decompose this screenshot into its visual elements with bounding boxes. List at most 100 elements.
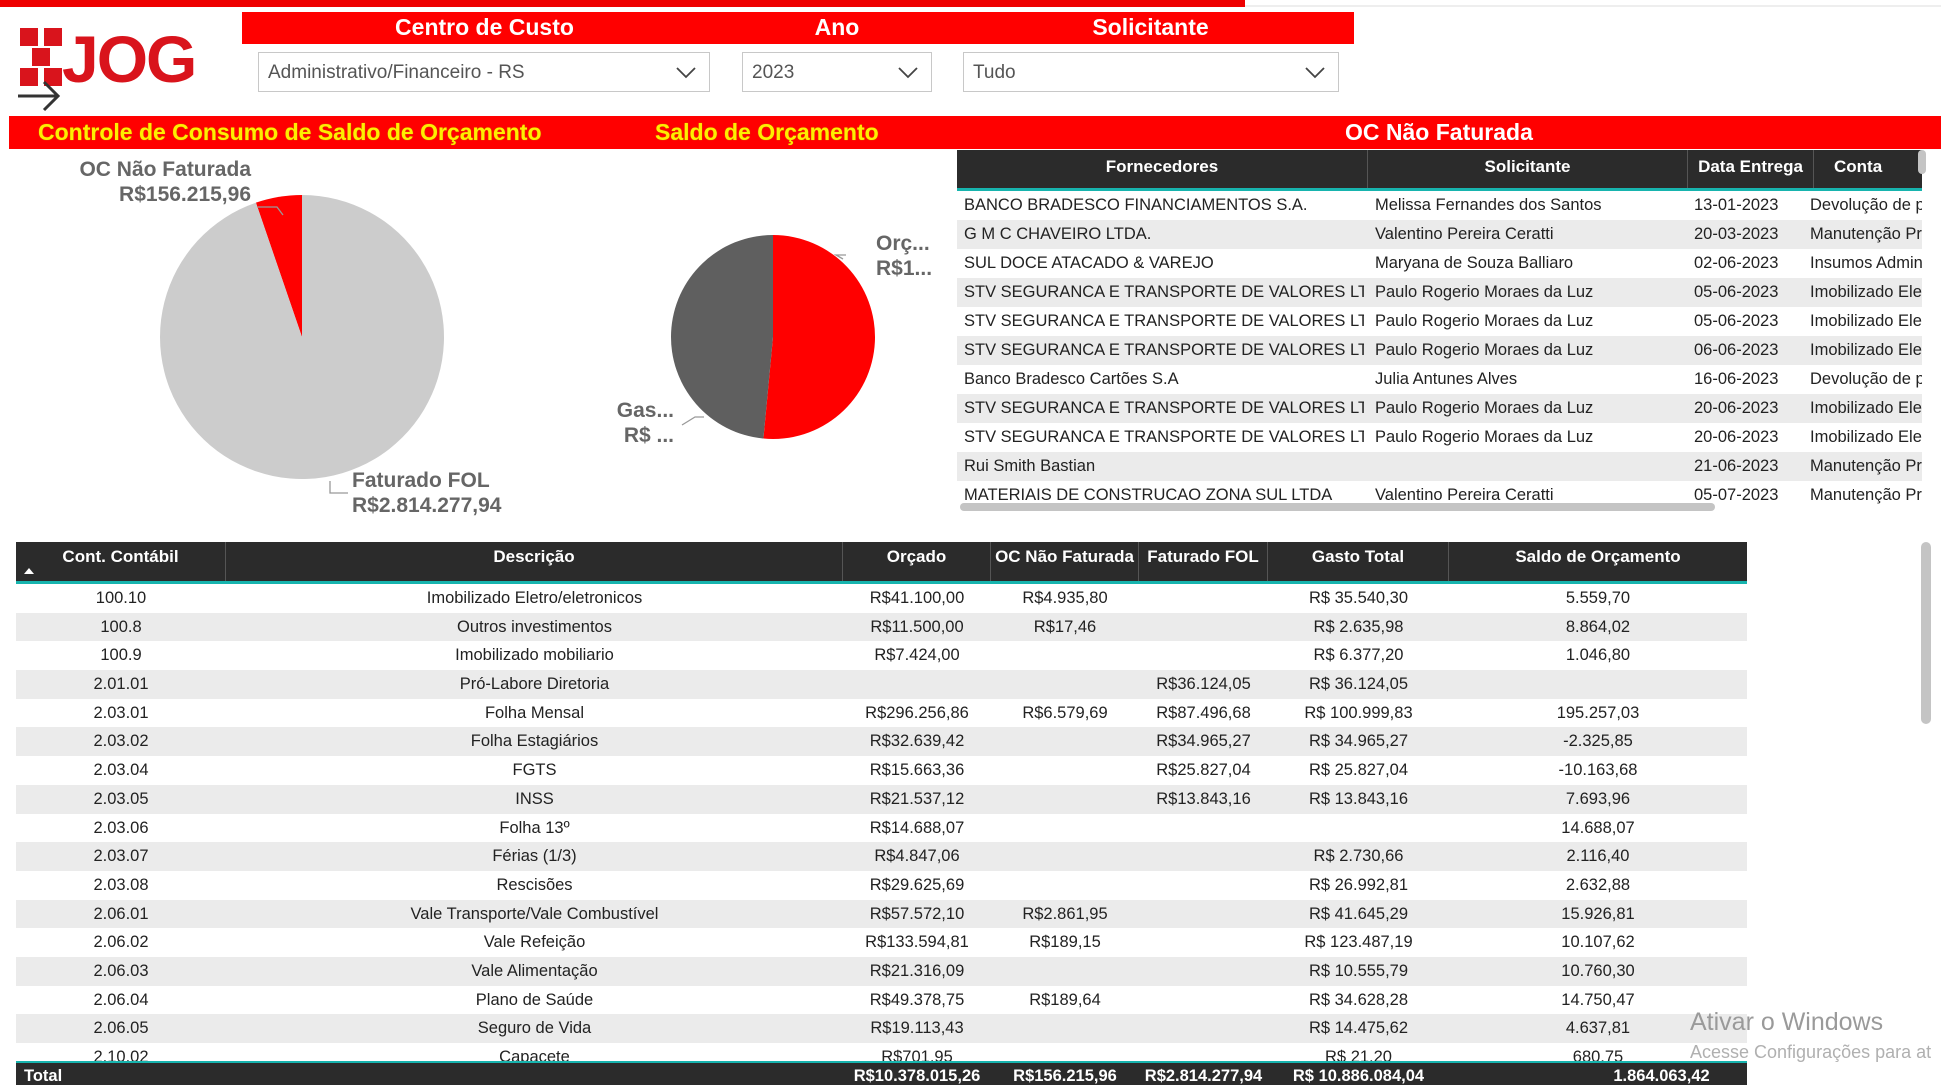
col-cont-contabil[interactable]: Cont. Contábil (16, 542, 226, 581)
col-saldo-orcamento[interactable]: Saldo de Orçamento (1449, 542, 1747, 581)
cell-saldo-orcamento: 195.257,03 (1556, 703, 1640, 722)
cell-faturado-fol: R$87.496,68 (1156, 703, 1251, 722)
oc-table-vscroll[interactable] (1918, 150, 1926, 174)
table-row[interactable]: 2.01.01 Pró-Labore Diretoria R$36.124,05 R$… (16, 670, 1747, 699)
oc-table-row[interactable]: MATERIAIS DE CONSTRUCAO ZONA SUL LTDA Val… (957, 481, 1922, 505)
solicitante-dropdown[interactable]: Tudo (963, 52, 1339, 92)
budget-table-vscroll[interactable] (1921, 542, 1931, 724)
oc-cell-data-entrega: 13-01-2023 (1694, 196, 1779, 214)
oc-cell-fornecedor: G M C CHAVEIRO LTDA. (964, 225, 1152, 243)
oc-col-conta[interactable]: Conta (1814, 150, 1922, 188)
leader-line-fol (329, 481, 348, 494)
centro-custo-value: Administrativo/Financeiro - RS (268, 62, 525, 83)
ano-dropdown[interactable]: 2023 (742, 52, 932, 92)
table-row[interactable]: 2.03.02 Folha Estagiários R$32.639,42 R$34.… (16, 727, 1747, 757)
cell-cont-contabil: 2.06.04 (93, 990, 149, 1009)
cell-orcado: R$57.572,10 (869, 904, 965, 923)
oc-table-row[interactable]: SUL DOCE ATACADO & VAREJO Maryana de Souz… (957, 249, 1922, 278)
oc-cell-fornecedor: SUL DOCE ATACADO & VAREJO (964, 254, 1214, 272)
col-oc-nao-faturada[interactable]: OC Não Faturada (991, 542, 1139, 581)
cell-cont-contabil: 100.8 (100, 617, 142, 636)
cell-descricao: Rescisões (496, 875, 573, 894)
cell-orcado: R$11.500,00 (870, 617, 964, 636)
cell-descricao: Vale Transporte/Vale Combustível (410, 904, 659, 923)
budget-table[interactable]: Cont. Contábil Descrição Orçado OC Não F… (16, 542, 1747, 1085)
table-row[interactable]: 2.06.04 Plano de Saúde R$49.378,75 R$189,64… (16, 986, 1747, 1015)
cell-orcado: R$21.316,09 (869, 961, 965, 980)
table-row[interactable]: 2.06.05 Seguro de Vida R$19.113,43 R$ 14.47… (16, 1014, 1747, 1043)
col-orcado[interactable]: Orçado (843, 542, 991, 581)
oc-cell-solicitante: Paulo Rogerio Moraes da Luz (1375, 428, 1594, 446)
pie1-label-fol: Faturado FOL R$2.814.277,94 (352, 468, 501, 518)
oc-col-fornecedores[interactable]: Fornecedores (957, 150, 1368, 188)
solicitante-value: Tudo (973, 62, 1016, 83)
oc-cell-solicitante: Melissa Fernandes dos Santos (1375, 196, 1602, 214)
total-label: Total (24, 1067, 63, 1085)
pie2-slice-gasto[interactable] (671, 235, 773, 439)
oc-col-data-entrega[interactable]: Data Entrega (1688, 150, 1814, 188)
oc-cell-fornecedor: Banco Bradesco Cartões S.A (964, 370, 1179, 388)
pie1-label-oc-name: OC Não Faturada (79, 158, 251, 181)
cell-descricao: Outros investimentos (457, 617, 612, 636)
oc-cell-conta: Devolução de p (1810, 196, 1922, 214)
oc-cell-fornecedor: STV SEGURANCA E TRANSPORTE DE VALORES LT (964, 312, 1364, 330)
oc-cell-conta: Manutenção Pr (1810, 486, 1922, 504)
oc-table-row[interactable]: G M C CHAVEIRO LTDA. Valentino Pereira Ce… (957, 220, 1922, 249)
cell-orcado: R$49.378,75 (869, 990, 965, 1009)
table-row[interactable]: 100.9 Imobilizado mobiliario R$7.424,00 R$ … (16, 641, 1747, 670)
back-arrow-icon[interactable] (16, 78, 62, 114)
oc-table-row[interactable]: BANCO BRADESCO FINANCIAMENTOS S.A. Meliss… (957, 191, 1922, 220)
oc-table-row[interactable]: STV SEGURANCA E TRANSPORTE DE VALORES LT… (957, 278, 1922, 307)
oc-table-row[interactable]: Banco Bradesco Cartões S.A Julia Antunes … (957, 365, 1922, 394)
cell-gasto-total: R$ 2.635,98 (1313, 617, 1404, 636)
table-row[interactable]: 2.03.05 INSS R$21.537,12 R$13.843,16 R$ 13.8… (16, 784, 1747, 814)
table-row[interactable]: 100.10 Imobilizado Eletro/eletronicos R$41… (16, 584, 1747, 613)
centro-custo-dropdown[interactable]: Administrativo/Financeiro - RS (258, 52, 710, 92)
table-row[interactable]: 2.03.06 Folha 13º R$14.688,07 14.688,07 (16, 814, 1747, 843)
oc-nao-faturada-table[interactable]: Fornecedores Solicitante Data Entrega Co… (957, 150, 1922, 505)
table-row[interactable]: 2.03.08 Rescisões R$29.625,69 R$ 26.992,81 2… (16, 871, 1747, 900)
oc-table-row[interactable]: STV SEGURANCA E TRANSPORTE DE VALORES LT… (957, 423, 1922, 452)
pie2-slice-orcado[interactable] (763, 235, 875, 439)
slicer-title-ano: Ano (727, 12, 947, 44)
cell-saldo-orcamento: 5.559,70 (1565, 589, 1631, 607)
cell-gasto-total: R$ 34.628,28 (1308, 990, 1409, 1009)
oc-table-row[interactable]: STV SEGURANCA E TRANSPORTE DE VALORES LT… (957, 307, 1922, 336)
cell-cont-contabil: 2.03.07 (93, 847, 149, 866)
oc-cell-data-entrega: 20-06-2023 (1694, 399, 1779, 417)
total-saldo-orcamento: 1.864.063,42 (1613, 1067, 1710, 1085)
oc-cell-solicitante: Julia Antunes Alves (1375, 370, 1518, 388)
table-row[interactable]: 100.8 Outros investimentos R$11.500,00 R$17… (16, 612, 1747, 642)
table-row[interactable]: 2.06.01 Vale Transporte/Vale Combustível R… (16, 899, 1747, 929)
oc-col-solicitante[interactable]: Solicitante (1368, 150, 1688, 188)
table-row[interactable]: 2.03.07 Férias (1/3) R$4.847,06 R$ 2.730,66… (16, 842, 1747, 871)
col-gasto-total[interactable]: Gasto Total (1268, 542, 1449, 581)
col-descricao[interactable]: Descrição (226, 542, 843, 581)
cell-descricao: Vale Alimentação (471, 961, 598, 980)
cell-descricao: Plano de Saúde (475, 990, 594, 1009)
cell-orcado: R$21.537,12 (869, 789, 965, 808)
pie1-slice-faturado-fol[interactable] (160, 194, 444, 479)
oc-table-row[interactable]: Rui Smith Bastian 21-06-2023 Manutenção Pr (957, 452, 1922, 481)
oc-table-row[interactable]: STV SEGURANCA E TRANSPORTE DE VALORES LT… (957, 394, 1922, 423)
oc-cell-data-entrega: 05-07-2023 (1694, 486, 1779, 504)
cell-saldo-orcamento: 10.107,62 (1561, 933, 1635, 952)
oc-table-row[interactable]: STV SEGURANCA E TRANSPORTE DE VALORES LT… (957, 336, 1922, 365)
cell-orcado: R$19.113,43 (870, 1019, 964, 1038)
col-faturado-fol[interactable]: Faturado FOL (1139, 542, 1268, 581)
table-row[interactable]: 2.03.04 FGTS R$15.663,36 R$25.827,04 R$ 25.8… (16, 756, 1747, 785)
cell-saldo-orcamento: 8.864,02 (1565, 617, 1631, 636)
cell-oc-nao-faturada: R$189,64 (1029, 990, 1101, 1009)
cell-gasto-total: R$ 123.487,19 (1304, 933, 1413, 952)
pie1-label-fol-name: Faturado FOL (352, 469, 490, 492)
oc-cell-solicitante: Paulo Rogerio Moraes da Luz (1375, 283, 1594, 301)
table-row[interactable]: 2.06.03 Vale Alimentação R$21.316,09 R$ 10.… (16, 956, 1747, 986)
oc-cell-data-entrega: 02-06-2023 (1694, 254, 1779, 272)
oc-table-hscroll[interactable] (960, 503, 1715, 511)
slicer-title-centro-custo: Centro de Custo (242, 12, 727, 44)
cell-cont-contabil: 2.01.01 (93, 675, 149, 694)
table-row[interactable]: 2.06.02 Vale Refeição R$133.594,81 R$189,15… (16, 928, 1747, 957)
table-row[interactable]: 2.03.01 Folha Mensal R$296.256,86 R$6.579,6… (16, 699, 1747, 728)
cell-cont-contabil: 2.03.06 (93, 818, 149, 837)
oc-cell-data-entrega: 20-06-2023 (1694, 428, 1779, 446)
